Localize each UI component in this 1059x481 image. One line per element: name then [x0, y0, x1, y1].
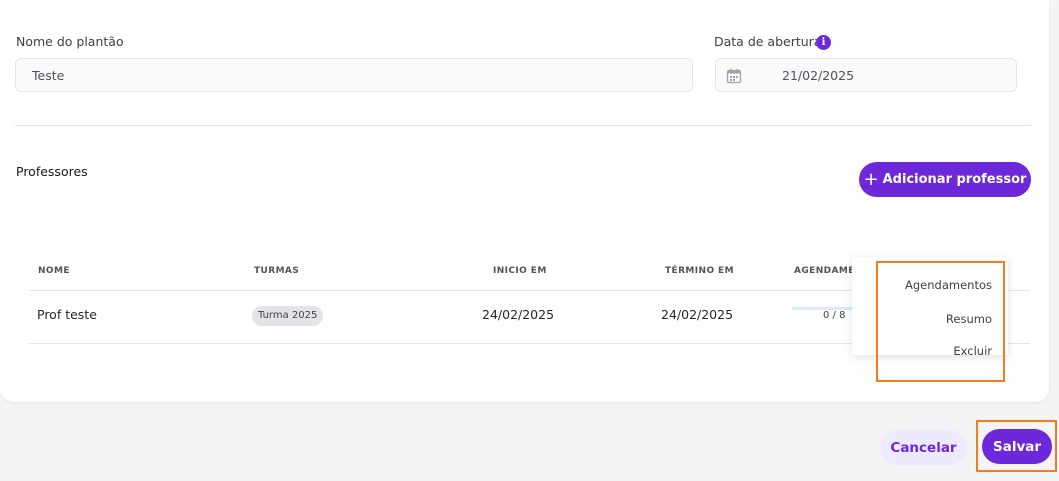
header-classes: TURMAS — [254, 266, 300, 276]
header-end: TÉRMINO EM — [665, 266, 734, 276]
section-divider — [15, 125, 1031, 126]
plus-icon: + — [863, 168, 879, 190]
add-professor-label: Adicionar professor — [882, 172, 1027, 187]
name-input-value: Teste — [32, 67, 65, 83]
save-highlight-box — [976, 420, 1057, 472]
info-icon[interactable]: i — [816, 35, 831, 50]
date-input-value: 21/02/2025 — [782, 68, 855, 83]
schedule-progress-text: 0 / 8 — [823, 310, 846, 321]
name-input[interactable]: Teste — [15, 58, 693, 92]
date-field-label: Data de abertura — [714, 34, 822, 49]
name-field-label: Nome do plantão — [16, 34, 124, 49]
row-start-date: 24/02/2025 — [482, 307, 555, 322]
menu-highlight-box — [876, 261, 1005, 382]
add-professor-button[interactable]: + Adicionar professor — [859, 162, 1031, 197]
date-input[interactable]: 21/02/2025 — [715, 58, 1017, 92]
class-badge: Turma 2025 — [252, 306, 324, 326]
row-end-date: 24/02/2025 — [661, 307, 734, 322]
row-name: Prof teste — [37, 307, 97, 322]
calendar-icon — [726, 68, 742, 84]
header-name: NOME — [38, 266, 70, 276]
header-start: INICIO EM — [493, 266, 547, 276]
cancel-button[interactable]: Cancelar — [880, 430, 967, 465]
professors-title: Professores — [16, 164, 88, 179]
